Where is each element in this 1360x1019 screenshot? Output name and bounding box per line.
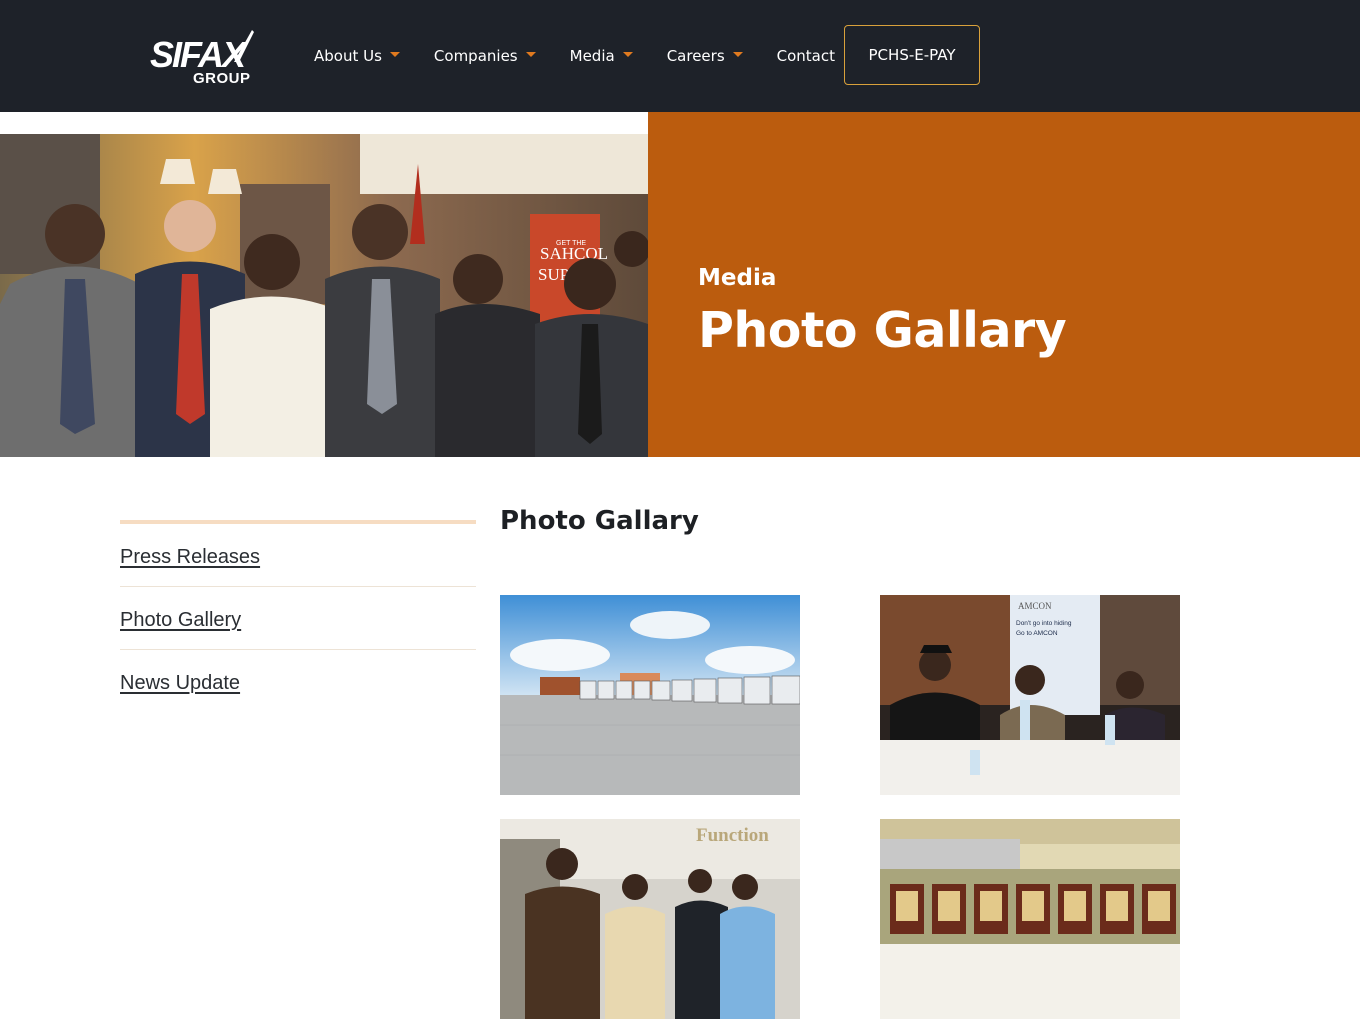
hero-group-photo: SAHCOL SUPP GET THE	[0, 134, 648, 457]
section-title: Photo Gallary	[500, 506, 699, 536]
sidebar-link-press-releases[interactable]: Press Releases	[120, 546, 260, 569]
hero-title-panel: Media Photo Gallary	[648, 112, 1360, 457]
nav-about-us[interactable]: About Us	[314, 47, 400, 65]
banner-text: GET THE	[556, 240, 586, 247]
wall-text: Function	[696, 825, 769, 846]
sign-text: Go to AMCON	[1016, 630, 1058, 637]
caret-down-icon	[622, 51, 633, 57]
hero-title: Photo Gallary	[698, 302, 1067, 359]
caret-down-icon	[732, 51, 743, 57]
sign-text: Don't go into hiding	[1016, 620, 1072, 627]
nav-label: Careers	[666, 47, 725, 65]
nav-contact[interactable]: Contact	[777, 47, 835, 65]
nav-label: Media	[569, 47, 615, 65]
nav-label: Companies	[433, 47, 518, 65]
gallery-photo-function[interactable]: Function	[500, 819, 800, 1019]
nav-careers[interactable]: Careers	[667, 47, 743, 65]
sidebar-item-photo-gallery: Photo Gallery	[120, 587, 476, 650]
caret-down-icon	[525, 51, 536, 57]
main-nav: About Us Companies Media Careers Contact	[314, 0, 869, 112]
logo-subtext: GROUP	[193, 70, 251, 87]
nav-label: Contact	[776, 47, 835, 65]
nav-label: About Us	[314, 47, 382, 65]
sidebar-link-news-update[interactable]: News Update	[120, 672, 240, 695]
gallery-photo-award-plaques[interactable]	[880, 819, 1180, 1019]
pchs-e-pay-button[interactable]: PCHS-E-PAY	[844, 25, 980, 85]
top-navbar: SIFAX GROUP About Us Companies Media Car…	[0, 0, 1360, 112]
sidebar-link-photo-gallery[interactable]: Photo Gallery	[120, 609, 241, 632]
logo-swoosh-icon	[234, 30, 254, 62]
gallery-photo-amcon-dinner[interactable]: AMCON Don't go into hiding Go to AMCON	[880, 595, 1180, 795]
sifax-group-logo[interactable]: SIFAX GROUP	[150, 26, 254, 90]
sign-text: AMCON	[1018, 601, 1052, 611]
sidebar-item-news-update: News Update	[120, 650, 476, 713]
nav-companies[interactable]: Companies	[434, 47, 536, 65]
hero-kicker: Media	[698, 265, 777, 291]
gallery-photo-trucks[interactable]	[500, 595, 800, 795]
sidebar-item-press-releases: Press Releases	[120, 524, 476, 587]
nav-media[interactable]: Media	[570, 47, 633, 65]
caret-down-icon	[389, 51, 400, 57]
